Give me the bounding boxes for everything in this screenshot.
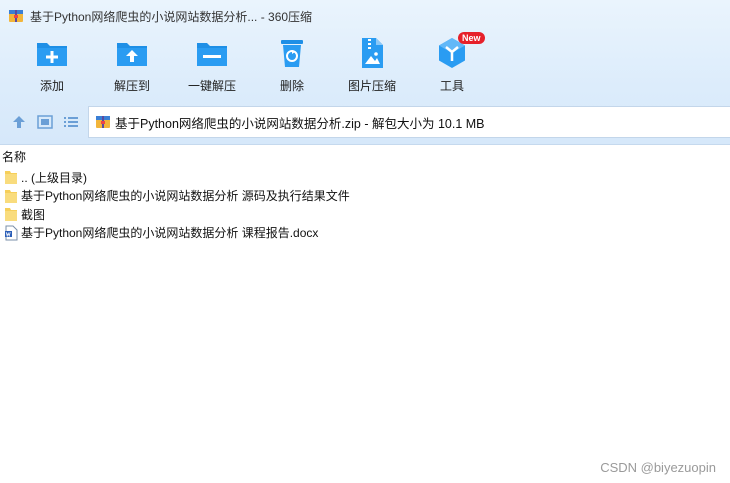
add-label: 添加	[39, 79, 64, 93]
add-folder-icon	[37, 43, 67, 66]
list-item-label: 截图	[21, 207, 46, 222]
top-area: 基于Python网络爬虫的小说网站数据分析... - 360压缩 添加 解压到	[0, 0, 730, 145]
one-click-extract-icon	[197, 43, 227, 66]
up-level-button[interactable]	[10, 113, 28, 131]
address-bar[interactable]: 基于Python网络爬虫的小说网站数据分析.zip - 解包大小为 10.1 M…	[88, 106, 730, 138]
watermark: CSDN @biyezuopin	[600, 460, 716, 475]
window-title: 基于Python网络爬虫的小说网站数据分析... - 360压缩	[30, 9, 313, 24]
thumbnail-view-icon	[37, 115, 53, 129]
thumbnail-view-button[interactable]	[36, 113, 54, 131]
list-view-icon	[64, 117, 78, 127]
archive-app-icon	[9, 10, 23, 22]
list-item-label: 基于Python网络爬虫的小说网站数据分析 课程报告.docx	[21, 226, 319, 241]
arrow-up-icon	[13, 116, 25, 128]
column-header-name[interactable]: 名称	[0, 146, 730, 166]
folder-icon	[5, 208, 17, 222]
delete-label: 删除	[279, 79, 304, 93]
toolbar: 添加 解压到 一键解压 删除 图片压缩 New 工具	[0, 32, 730, 98]
title-bar: 基于Python网络爬虫的小说网站数据分析... - 360压缩	[0, 0, 730, 32]
folder-icon	[5, 171, 17, 185]
list-item-report-docx[interactable]: 基于Python网络爬虫的小说网站数据分析 课程报告.docx	[0, 224, 730, 243]
image-compress-button[interactable]: 图片压缩	[332, 36, 412, 96]
list-item-source-folder[interactable]: 基于Python网络爬虫的小说网站数据分析 源码及执行结果文件	[0, 187, 730, 206]
delete-button[interactable]: 删除	[252, 36, 332, 96]
extract-to-icon	[117, 43, 147, 66]
extract-to-button[interactable]: 解压到	[92, 36, 172, 96]
folder-icon	[5, 189, 17, 203]
file-list: .. (上级目录) 基于Python网络爬虫的小说网站数据分析 源码及执行结果文…	[0, 168, 730, 242]
column-header-name-label: 名称	[2, 149, 27, 164]
image-compress-label: 图片压缩	[347, 79, 396, 93]
word-doc-icon	[5, 225, 18, 241]
add-button[interactable]: 添加	[12, 36, 92, 96]
list-item-label: 基于Python网络爬虫的小说网站数据分析 源码及执行结果文件	[21, 189, 350, 204]
address-text: 基于Python网络爬虫的小说网站数据分析.zip - 解包大小为 10.1 M…	[115, 116, 485, 131]
list-item-screenshots-folder[interactable]: 截图	[0, 205, 730, 224]
recycle-bin-icon	[281, 40, 303, 67]
one-click-extract-button[interactable]: 一键解压	[172, 36, 252, 96]
tools-label: 工具	[439, 79, 464, 93]
new-badge: New	[458, 32, 485, 44]
one-click-extract-label: 一键解压	[187, 79, 236, 93]
image-compress-icon	[362, 38, 383, 68]
list-view-button[interactable]	[62, 113, 80, 131]
list-item-label: .. (上级目录)	[21, 170, 87, 185]
extract-to-label: 解压到	[113, 79, 150, 93]
tools-button[interactable]: New 工具	[412, 32, 492, 96]
navigation-bar: 基于Python网络爬虫的小说网站数据分析.zip - 解包大小为 10.1 M…	[0, 104, 730, 140]
zip-file-icon	[96, 116, 110, 128]
list-item-parent-dir[interactable]: .. (上级目录)	[0, 168, 730, 187]
